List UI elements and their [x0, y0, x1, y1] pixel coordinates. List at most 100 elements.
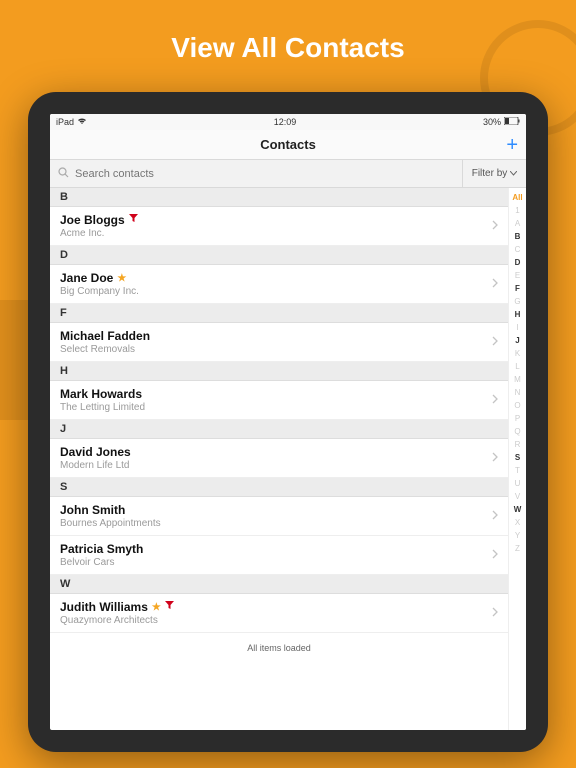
row-text: Joe BloggsAcme Inc.	[60, 213, 492, 239]
alpha-index[interactable]: All1ABCDEFGHIJKLMNOPQRSTUVWXYZ	[508, 188, 526, 730]
contact-name: Patricia Smyth	[60, 542, 492, 556]
section-header: F	[50, 304, 508, 323]
contact-row[interactable]: John SmithBournes Appointments	[50, 497, 508, 536]
contact-company: Bournes Appointments	[60, 518, 492, 529]
index-letter[interactable]: I	[516, 322, 518, 334]
funnel-icon	[165, 601, 174, 613]
index-letter[interactable]: O	[514, 400, 520, 412]
index-letter[interactable]: Q	[514, 426, 520, 438]
status-bar: iPad 12:09 30%	[50, 114, 526, 130]
add-contact-button[interactable]: +	[506, 134, 518, 157]
index-letter[interactable]: V	[515, 491, 520, 503]
contact-name: Mark Howards	[60, 387, 492, 401]
index-letter[interactable]: D	[515, 257, 521, 269]
index-letter[interactable]: Z	[515, 543, 520, 555]
index-letter[interactable]: P	[515, 413, 520, 425]
contact-company: The Letting Limited	[60, 402, 492, 413]
contact-list[interactable]: BJoe BloggsAcme Inc.DJane Doe★Big Compan…	[50, 188, 508, 730]
index-letter[interactable]: Y	[515, 530, 520, 542]
contact-company: Belvoir Cars	[60, 557, 492, 568]
index-letter[interactable]: F	[515, 283, 520, 295]
index-letter[interactable]: W	[514, 504, 522, 516]
chevron-down-icon	[510, 168, 517, 179]
star-icon: ★	[117, 273, 126, 284]
filter-label: Filter by	[472, 168, 508, 179]
contact-company: Quazymore Architects	[60, 615, 492, 626]
search-input[interactable]	[75, 168, 454, 180]
device-frame: iPad 12:09 30% Contacts +	[28, 92, 548, 752]
row-text: Patricia SmythBelvoir Cars	[60, 542, 492, 568]
funnel-icon	[129, 214, 138, 226]
index-letter[interactable]: E	[515, 270, 520, 282]
row-text: Mark HowardsThe Letting Limited	[60, 387, 492, 413]
contact-name: Judith Williams★	[60, 600, 492, 614]
contact-row[interactable]: David JonesModern Life Ltd	[50, 439, 508, 478]
index-letter[interactable]: T	[515, 465, 520, 477]
search-icon	[58, 167, 69, 181]
contact-name: Jane Doe★	[60, 271, 492, 285]
contact-row[interactable]: Judith Williams★Quazymore Architects	[50, 594, 508, 633]
section-header: W	[50, 575, 508, 594]
chevron-right-icon	[492, 509, 498, 523]
contact-row[interactable]: Patricia SmythBelvoir Cars	[50, 536, 508, 575]
index-letter[interactable]: B	[515, 231, 521, 243]
index-letter[interactable]: S	[515, 452, 520, 464]
contact-company: Big Company Inc.	[60, 286, 492, 297]
index-letter[interactable]: N	[515, 387, 521, 399]
battery-icon	[504, 117, 520, 127]
content-body: B Joe BloggsAcme Inc. D Jane Doe★Big Compan…	[50, 188, 526, 730]
index-letter[interactable]: K	[515, 348, 520, 360]
section-header: J	[50, 420, 508, 439]
index-letter[interactable]: M	[514, 374, 521, 386]
section-header: B	[50, 188, 508, 207]
row-text: John SmithBournes Appointments	[60, 503, 492, 529]
battery-percent: 30%	[483, 117, 501, 127]
contact-row[interactable]: Joe BloggsAcme Inc.	[50, 207, 508, 246]
contact-name: David Jones	[60, 445, 492, 459]
contact-company: Select Removals	[60, 344, 492, 355]
index-letter[interactable]: J	[515, 335, 519, 347]
device-label: iPad	[56, 117, 74, 127]
row-text: David JonesModern Life Ltd	[60, 445, 492, 471]
footer-message: All items loaded	[50, 633, 508, 663]
chevron-right-icon	[492, 451, 498, 465]
contact-name: John Smith	[60, 503, 492, 517]
chevron-right-icon	[492, 548, 498, 562]
search-row: Filter by	[50, 160, 526, 188]
chevron-right-icon	[492, 393, 498, 407]
row-text: Michael FaddenSelect Removals	[60, 329, 492, 355]
chevron-right-icon	[492, 277, 498, 291]
section-header: S	[50, 478, 508, 497]
index-letter[interactable]: L	[515, 361, 519, 373]
index-letter[interactable]: X	[515, 517, 520, 529]
row-text: Jane Doe★Big Company Inc.	[60, 271, 492, 297]
index-letter[interactable]: A	[515, 218, 520, 230]
index-letter[interactable]: H	[515, 309, 521, 321]
chevron-right-icon	[492, 606, 498, 620]
contact-company: Acme Inc.	[60, 228, 492, 239]
clock: 12:09	[274, 117, 297, 127]
index-letter[interactable]: All	[512, 192, 522, 204]
contact-row[interactable]: Jane Doe★Big Company Inc.	[50, 265, 508, 304]
chevron-right-icon	[492, 219, 498, 233]
index-letter[interactable]: C	[515, 244, 521, 256]
screen: iPad 12:09 30% Contacts +	[50, 114, 526, 730]
search-box[interactable]	[50, 160, 462, 187]
index-letter[interactable]: 1	[515, 205, 519, 217]
contact-name: Michael Fadden	[60, 329, 492, 343]
index-letter[interactable]: U	[515, 478, 521, 490]
row-text: Judith Williams★Quazymore Architects	[60, 600, 492, 626]
page-title: Contacts	[260, 137, 316, 152]
contact-row[interactable]: Mark HowardsThe Letting Limited	[50, 381, 508, 420]
contact-row[interactable]: Michael FaddenSelect Removals	[50, 323, 508, 362]
contact-company: Modern Life Ltd	[60, 460, 492, 471]
contact-name: Joe Bloggs	[60, 213, 492, 227]
chevron-right-icon	[492, 335, 498, 349]
section-header: H	[50, 362, 508, 381]
filter-button[interactable]: Filter by	[462, 160, 526, 187]
index-letter[interactable]: G	[514, 296, 520, 308]
star-icon: ★	[152, 602, 161, 613]
nav-bar: Contacts +	[50, 130, 526, 160]
index-letter[interactable]: R	[515, 439, 521, 451]
promo-banner: View All Contacts	[0, 0, 576, 92]
